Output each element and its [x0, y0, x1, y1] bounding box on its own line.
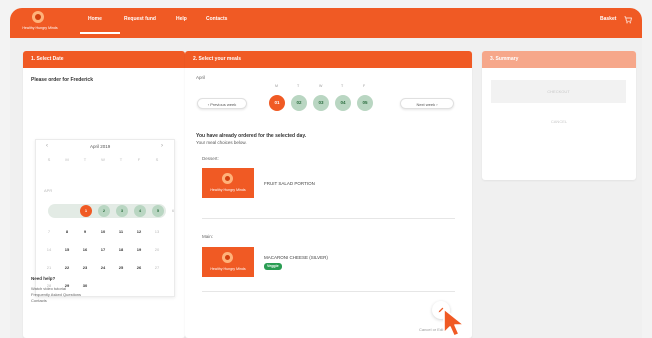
- select-date-card: 1. Select Date Please order for Frederic…: [23, 51, 185, 338]
- checkout-button[interactable]: CHECKOUT: [491, 80, 626, 103]
- meal-choices-subtitle: Your meal choices below.: [196, 140, 247, 145]
- weekday-label: M: [65, 157, 69, 162]
- calendar-day-weekend: 6: [171, 208, 175, 213]
- calendar-day[interactable]: 3: [116, 205, 128, 217]
- previous-week-button[interactable]: ‹ Previous week: [197, 98, 247, 109]
- calendar-day[interactable]: 25: [114, 262, 128, 274]
- weekday-label: S: [155, 157, 159, 162]
- calendar-month-title: April 2019: [90, 144, 111, 149]
- calendar-day-weekend: 13: [154, 229, 160, 234]
- calendar-day-weekend: 27: [154, 265, 160, 270]
- weekday-letter: M: [275, 84, 278, 88]
- cancel-or-edit-label[interactable]: Cancel or Edit: [419, 327, 444, 332]
- weekday-label: T: [119, 157, 123, 162]
- next-week-button[interactable]: Next week ›: [400, 98, 454, 109]
- logo-text: Healthy Hungry Minds: [22, 26, 58, 30]
- help-link-contacts[interactable]: Contacts: [31, 298, 47, 303]
- app-frame: Healthy Hungry Minds Home Request fund H…: [10, 8, 642, 338]
- calendar-prev-button[interactable]: ‹: [46, 143, 48, 149]
- mouse-pointer-icon: [443, 308, 465, 337]
- nav-active-indicator: [80, 32, 120, 34]
- calendar-week-label: APR: [44, 188, 53, 193]
- logo-mark-icon: [32, 11, 44, 23]
- calendar-day-weekend: 7: [47, 229, 51, 234]
- calendar-day[interactable]: 22: [60, 262, 74, 274]
- help-title: Need help?: [31, 276, 56, 281]
- week-month-label: April: [196, 75, 206, 80]
- date-chip[interactable]: 03: [313, 95, 329, 111]
- meal-logo-icon: [222, 173, 233, 184]
- calendar-day[interactable]: 26: [132, 262, 146, 274]
- help-link-faq[interactable]: Frequently Asked Questions: [31, 292, 81, 297]
- calendar-day-weekend: 21: [46, 265, 52, 270]
- calendar-day[interactable]: 16: [78, 244, 92, 256]
- section-divider: [202, 291, 455, 292]
- weekday-label: W: [101, 157, 105, 162]
- date-chip-selected[interactable]: 01: [269, 95, 285, 111]
- main-image: Healthy Hungry Minds: [202, 247, 254, 277]
- order-for-label: Please order for Frederick: [31, 77, 93, 83]
- select-date-header: 1. Select Date: [23, 51, 185, 68]
- select-meals-card: 2. Select your meals April ‹ Previous we…: [185, 51, 472, 338]
- already-ordered-notice: You have already ordered for the selecte…: [196, 133, 307, 139]
- date-chip[interactable]: 04: [335, 95, 351, 111]
- weekday-label: S: [47, 157, 51, 162]
- nav-home[interactable]: Home: [88, 8, 102, 38]
- calendar-day[interactable]: 10: [96, 226, 110, 238]
- weekday-letter: T: [341, 84, 344, 88]
- calendar-day[interactable]: 9: [78, 226, 92, 238]
- dessert-item-name: FRUIT SALAD PORTION: [264, 181, 315, 186]
- meal-image-caption: Healthy Hungry Minds: [210, 188, 246, 192]
- calendar-day[interactable]: 19: [132, 244, 146, 256]
- basket-link[interactable]: Basket: [600, 8, 616, 38]
- weekday-letter: T: [297, 84, 300, 88]
- nav-request-fund[interactable]: Request fund: [124, 8, 156, 38]
- weekday-label: F: [137, 157, 141, 162]
- calendar-day[interactable]: 8: [60, 226, 74, 238]
- meal-image-caption: Healthy Hungry Minds: [210, 267, 246, 271]
- summary-cancel-link[interactable]: CANCEL: [482, 119, 636, 124]
- calendar-day[interactable]: 17: [96, 244, 110, 256]
- calendar-day-selected[interactable]: 1: [80, 205, 92, 217]
- weekday-label: T: [83, 157, 87, 162]
- nav-contacts[interactable]: Contacts: [206, 8, 227, 38]
- select-meals-header: 2. Select your meals: [185, 51, 472, 68]
- date-chip[interactable]: 02: [291, 95, 307, 111]
- calendar-day[interactable]: 11: [114, 226, 128, 238]
- summary-card: 3. Summary CHECKOUT CANCEL: [482, 51, 636, 180]
- section-divider: [202, 218, 455, 219]
- calendar: ‹ April 2019 › S M T W T F S APR 1 2 3 4…: [35, 139, 175, 297]
- weekday-letter: F: [363, 84, 366, 88]
- top-nav-bar: Healthy Hungry Minds Home Request fund H…: [10, 8, 642, 38]
- meal-logo-icon: [222, 252, 233, 263]
- nav-help[interactable]: Help: [176, 8, 187, 38]
- calendar-day[interactable]: 30: [78, 280, 92, 292]
- summary-header: 3. Summary: [482, 51, 636, 68]
- calendar-day[interactable]: 18: [114, 244, 128, 256]
- main-label: Main:: [202, 234, 214, 239]
- calendar-day[interactable]: 24: [96, 262, 110, 274]
- cart-icon[interactable]: [624, 16, 632, 24]
- brand-logo[interactable]: Healthy Hungry Minds: [16, 11, 64, 35]
- calendar-day[interactable]: 5: [152, 205, 164, 217]
- calendar-day[interactable]: 4: [134, 205, 146, 217]
- calendar-day-weekend: 14: [46, 247, 52, 252]
- date-chip[interactable]: 05: [357, 95, 373, 111]
- calendar-day-weekend: 20: [154, 247, 160, 252]
- dessert-label: Dessert:: [202, 156, 219, 161]
- weekday-letter: W: [319, 84, 323, 88]
- dessert-image: Healthy Hungry Minds: [202, 168, 254, 198]
- calendar-day[interactable]: 12: [132, 226, 146, 238]
- main-item-name: MACARONI CHEESE (SILVER): [264, 255, 328, 260]
- calendar-day[interactable]: 15: [60, 244, 74, 256]
- veggie-badge: Veggie: [264, 263, 282, 270]
- calendar-next-button[interactable]: ›: [161, 143, 163, 149]
- help-link-video[interactable]: Watch video tutorial: [31, 286, 66, 291]
- calendar-day[interactable]: 23: [78, 262, 92, 274]
- calendar-day[interactable]: 2: [98, 205, 110, 217]
